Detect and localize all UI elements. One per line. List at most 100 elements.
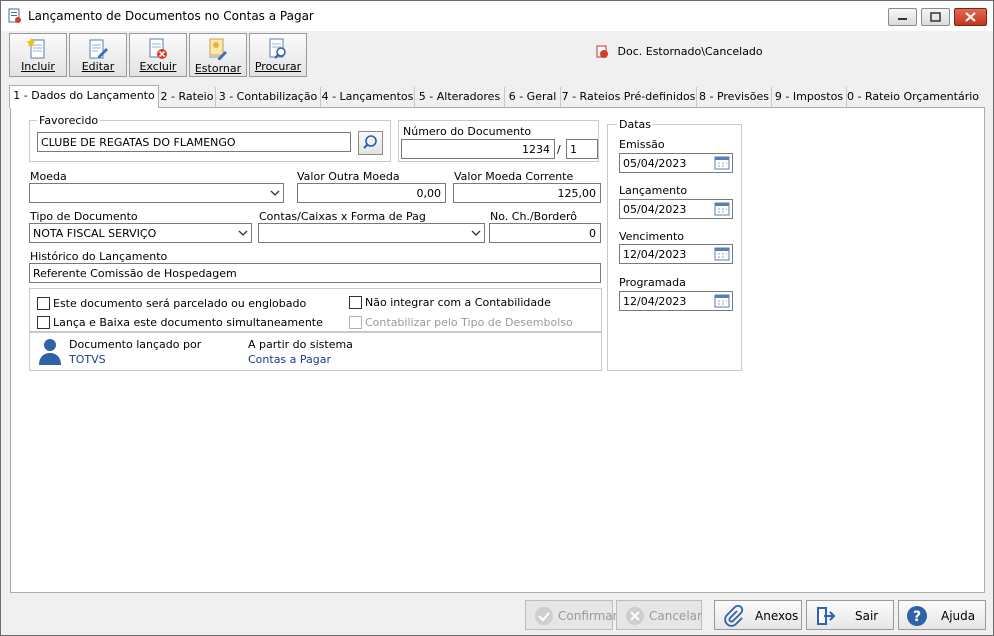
tab-lancamentos[interactable]: 4 - Lançamentos — [321, 87, 415, 107]
parcela-field[interactable]: 1 — [566, 139, 598, 159]
contabilizar-checkbox[interactable] — [349, 316, 362, 329]
tab-label: 2 - Rateio — [160, 90, 214, 103]
lancamento-field[interactable]: 05/04/2023 — [619, 199, 733, 219]
numero-separator: / — [557, 143, 561, 156]
tab-previsoes[interactable]: 8 - Previsões — [697, 87, 772, 107]
tab-rateio-orcamentario[interactable]: 0 - Rateio Orçamentário — [847, 87, 979, 107]
tab-strip: 1 - Dados do Lançamento 2 - Rateio 3 - C… — [9, 85, 985, 108]
lancado-por-label: Documento lançado por — [69, 338, 202, 351]
exit-icon — [817, 607, 836, 625]
search-document-icon — [269, 38, 286, 59]
tab-contabilizacao[interactable]: 3 - Contabilização — [216, 87, 321, 107]
tab-label: 1 - Dados do Lançamento — [13, 89, 155, 102]
tab-label: 8 - Previsões — [699, 90, 769, 103]
parcelado-label: Este documento será parcelado ou engloba… — [53, 297, 307, 310]
legend-text: Doc. Estornado\Cancelado — [617, 45, 763, 58]
tab-label: 4 - Lançamentos — [321, 90, 414, 103]
historico-label: Histórico do Lançamento — [30, 250, 168, 263]
lancado-por-value: TOTVS — [69, 353, 106, 366]
tab-label: 5 - Alteradores — [418, 90, 501, 103]
incluir-label: Incluir — [21, 60, 55, 73]
status-legend: Doc. Estornado\Cancelado — [595, 45, 763, 59]
emissao-value: 05/04/2023 — [623, 157, 687, 170]
programada-label: Programada — [619, 276, 686, 289]
search-icon — [363, 135, 377, 149]
numero-field[interactable]: 1234 — [401, 139, 555, 159]
tab-rateios-predefinidos[interactable]: 7 - Rateios Pré-definidos — [561, 87, 697, 107]
tab-impostos[interactable]: 9 - Impostos — [772, 87, 847, 107]
user-icon — [39, 339, 61, 365]
cancelar-label: Cancelar — [649, 609, 702, 623]
emissao-field[interactable]: 05/04/2023 — [619, 153, 733, 173]
editar-button[interactable]: Editar — [69, 33, 127, 77]
valor-corrente-field[interactable]: 125,00 — [453, 183, 601, 203]
nao-integrar-checkbox[interactable] — [349, 296, 362, 309]
historico-field[interactable]: Referente Comissão de Hospedagem — [29, 263, 601, 283]
no-ch-label: No. Ch./Borderô — [490, 210, 577, 223]
svg-text:?: ? — [913, 609, 921, 625]
tipo-doc-select[interactable]: NOTA FISCAL SERVIÇO — [29, 223, 252, 243]
valor-outra-label: Valor Outra Moeda — [297, 170, 400, 183]
tab-alteradores[interactable]: 5 - Alteradores — [415, 87, 505, 107]
no-ch-field[interactable]: 0 — [489, 223, 601, 243]
parcelado-checkbox[interactable] — [37, 297, 50, 310]
datas-label: Datas — [617, 118, 653, 131]
bottom-bar: Confirmar Cancelar Anexos Sair ? Ajuda — [5, 597, 991, 635]
nao-integrar-label: Não integrar com a Contabilidade — [365, 296, 551, 309]
reverse-document-icon — [209, 38, 227, 60]
tab-label: 7 - Rateios Pré-definidos — [561, 90, 696, 103]
chevron-down-icon — [238, 230, 248, 236]
ajuda-button[interactable]: ? Ajuda — [898, 600, 986, 630]
estornar-label: Estornar — [194, 62, 242, 75]
help-icon: ? — [907, 606, 927, 626]
sair-button[interactable]: Sair — [806, 600, 894, 630]
calendar-icon[interactable] — [714, 156, 730, 170]
incluir-button[interactable]: Incluir — [9, 33, 67, 77]
confirmar-label: Confirmar — [558, 609, 618, 623]
tab-page-dados: Favorecido CLUBE DE REGATAS DO FLAMENGO … — [10, 107, 985, 593]
moeda-select[interactable] — [29, 183, 284, 203]
moeda-label: Moeda — [30, 170, 67, 183]
app-icon — [8, 8, 21, 23]
ajuda-label: Ajuda — [941, 609, 976, 623]
valor-outra-field[interactable]: 0,00 — [297, 183, 446, 203]
procurar-button[interactable]: Procurar — [249, 33, 307, 77]
tab-label: 0 - Rateio Orçamentário — [847, 90, 980, 103]
lanca-baixa-checkbox[interactable] — [37, 316, 50, 329]
tab-dados-lancamento[interactable]: 1 - Dados do Lançamento — [9, 85, 159, 108]
edit-document-icon — [89, 39, 108, 59]
estornar-button[interactable]: Estornar — [189, 33, 247, 77]
contas-select[interactable] — [258, 223, 485, 243]
lancamento-label: Lançamento — [619, 184, 688, 197]
calendar-icon[interactable] — [714, 294, 730, 308]
vencimento-field[interactable]: 12/04/2023 — [619, 244, 733, 264]
sistema-value: Contas a Pagar — [248, 353, 332, 366]
excluir-button[interactable]: Excluir — [129, 33, 187, 77]
tipo-doc-label: Tipo de Documento — [30, 210, 138, 223]
tab-label: 6 - Geral — [508, 90, 557, 103]
cancelar-button[interactable]: Cancelar — [616, 600, 702, 630]
calendar-icon[interactable] — [714, 247, 730, 261]
programada-value: 12/04/2023 — [623, 295, 687, 308]
paperclip-icon — [724, 605, 744, 627]
favorecido-search-button[interactable] — [358, 131, 383, 155]
title-bar: Lançamento de Documentos no Contas a Pag… — [1, 1, 993, 31]
anexos-button[interactable]: Anexos — [714, 600, 802, 630]
anexos-label: Anexos — [755, 609, 799, 623]
tab-rateio[interactable]: 2 - Rateio — [159, 87, 216, 107]
tipo-doc-value: NOTA FISCAL SERVIÇO — [33, 227, 157, 240]
editar-label: Editar — [81, 60, 115, 73]
confirmar-button[interactable]: Confirmar — [525, 600, 618, 630]
programada-field[interactable]: 12/04/2023 — [619, 291, 733, 311]
maximize-button[interactable] — [921, 8, 950, 26]
favorecido-label: Favorecido — [37, 114, 101, 127]
tab-geral[interactable]: 6 - Geral — [505, 87, 561, 107]
lanca-baixa-label: Lança e Baixa este documento simultaneam… — [53, 316, 323, 329]
favorecido-field[interactable]: CLUBE DE REGATAS DO FLAMENGO — [37, 132, 351, 152]
tab-label: 9 - Impostos — [774, 90, 844, 103]
calendar-icon[interactable] — [714, 202, 730, 216]
close-button[interactable] — [954, 8, 987, 26]
minimize-icon — [898, 18, 907, 20]
numero-label: Número do Documento — [403, 125, 532, 138]
minimize-button[interactable] — [888, 8, 917, 26]
